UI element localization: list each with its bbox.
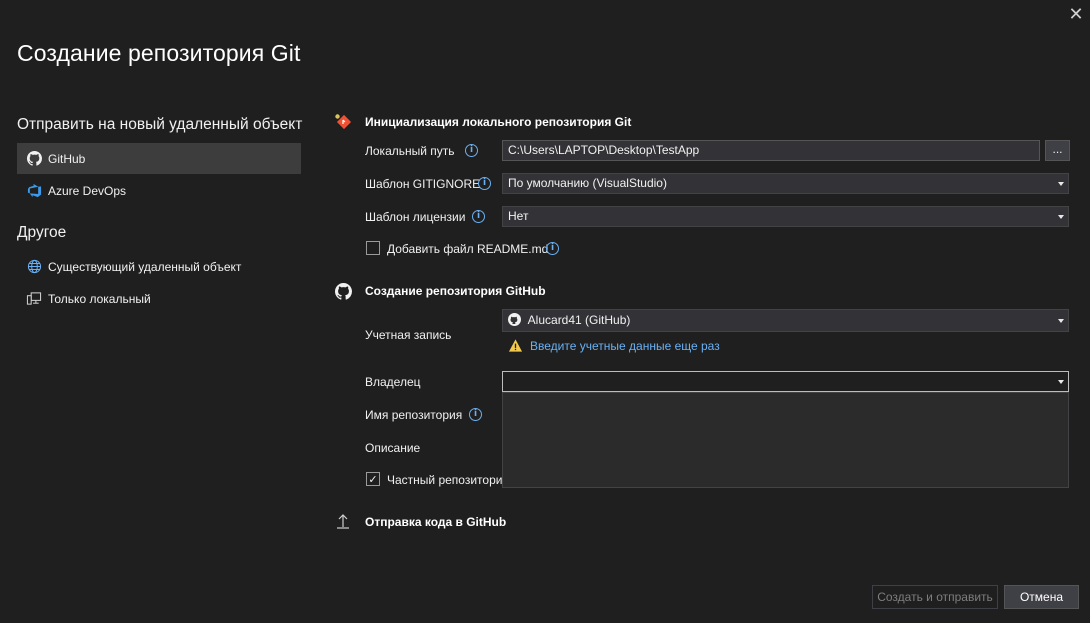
owner-dropdown-list[interactable] (502, 392, 1069, 488)
chevron-down-icon (1058, 182, 1064, 186)
private-repo-label: Частный репозитори (387, 473, 502, 487)
sidebar-item-label: Только локальный (48, 291, 151, 306)
sidebar-item-local-only[interactable]: Только локальный (17, 283, 301, 314)
license-label: Шаблон лицензии (365, 210, 466, 224)
gitignore-value: По умолчанию (VisualStudio) (508, 176, 667, 190)
checkmark-icon: ✓ (368, 473, 378, 486)
readme-checkbox[interactable] (366, 241, 380, 255)
sidebar-item-azure-devops[interactable]: Azure DevOps (17, 175, 301, 206)
local-path-label: Локальный путь (365, 144, 455, 158)
browse-button[interactable]: ... (1045, 140, 1070, 161)
github-repo-heading: Создание репозитория GitHub (365, 284, 546, 298)
upload-arrow-icon (334, 512, 352, 530)
close-button[interactable]: ✕ (1066, 4, 1086, 24)
gitignore-label: Шаблон GITIGNORE (365, 177, 481, 191)
info-icon[interactable]: i (546, 242, 559, 255)
github-icon (334, 282, 352, 300)
create-and-push-button[interactable]: Создать и отправить (872, 585, 998, 609)
local-repo-heading: Инициализация локального репозитория Git (365, 115, 632, 129)
owner-dropdown[interactable] (502, 371, 1069, 392)
chevron-down-icon (1058, 215, 1064, 219)
close-icon[interactable]: ✕ (1068, 4, 1083, 24)
repo-name-label: Имя репозитория (365, 408, 463, 422)
private-repo-checkbox[interactable]: ✓ (366, 472, 380, 486)
sidebar-item-label: Существующий удаленный объект (48, 259, 242, 274)
sidebar-item-existing-remote[interactable]: Существующий удаленный объект (17, 251, 301, 282)
info-icon[interactable]: i (465, 144, 478, 157)
warning-icon (508, 338, 523, 353)
description-label: Описание (365, 441, 421, 455)
local-computer-icon (25, 290, 43, 308)
readme-label: Добавить файл README.md (387, 242, 549, 256)
globe-icon (25, 258, 43, 276)
chevron-down-icon (1058, 380, 1064, 384)
account-value: Alucard41 (GitHub) (527, 313, 631, 327)
git-icon (334, 113, 352, 131)
license-dropdown[interactable]: Нет (502, 206, 1069, 227)
sidebar-item-github[interactable]: GitHub (17, 143, 301, 174)
reenter-credentials-link[interactable]: Введите учетные данные еще раз (530, 339, 720, 353)
github-icon (508, 312, 521, 326)
push-section-heading: Отправить на новый удаленный объект (17, 116, 303, 133)
chevron-down-icon (1058, 319, 1064, 323)
info-icon[interactable]: i (469, 408, 482, 421)
license-value: Нет (508, 209, 529, 223)
sidebar-item-label: Azure DevOps (48, 183, 127, 198)
gitignore-dropdown[interactable]: По умолчанию (VisualStudio) (502, 173, 1069, 194)
push-heading: Отправка кода в GitHub (365, 515, 507, 529)
azure-devops-icon (25, 182, 43, 200)
github-icon (25, 150, 43, 168)
sidebar-item-label: GitHub (48, 151, 86, 166)
owner-label: Владелец (365, 375, 421, 389)
info-icon[interactable]: i (478, 177, 491, 190)
local-path-input[interactable]: C:\Users\LAPTOP\Desktop\TestApp (502, 140, 1040, 161)
account-label: Учетная запись (365, 328, 452, 342)
account-dropdown[interactable]: Alucard41 (GitHub) (502, 309, 1069, 332)
other-section-heading: Другое (17, 224, 67, 241)
info-icon[interactable]: i (472, 210, 485, 223)
cancel-button[interactable]: Отмена (1004, 585, 1079, 609)
dialog-title: Создание репозитория Git (17, 40, 301, 66)
